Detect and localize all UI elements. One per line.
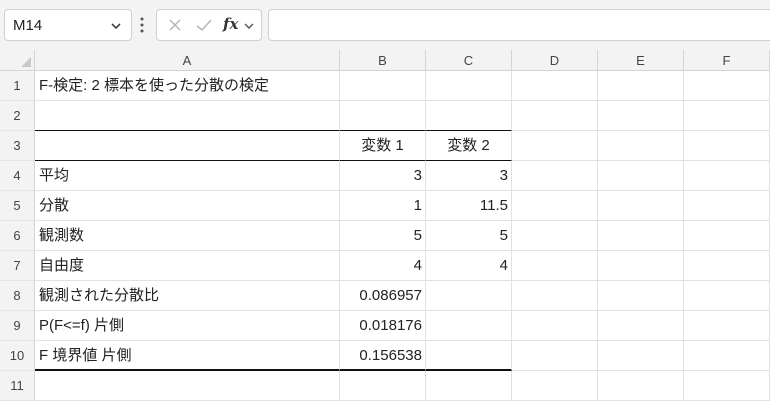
cell-d-row[interactable] [512,131,598,161]
cell-f-row[interactable] [684,281,770,311]
enter-check-icon[interactable] [195,17,213,33]
cell-b-row[interactable]: 0.018176 [340,311,426,341]
cell-d-row[interactable] [512,341,598,371]
cell-f-row[interactable] [684,371,770,401]
cell-d-row[interactable] [512,71,598,101]
column-header-c[interactable]: C [426,50,512,71]
cell-c-row[interactable]: 4 [426,251,512,281]
row-header[interactable]: 11 [0,371,35,401]
cell-e-row[interactable] [598,311,684,341]
select-all-corner[interactable] [0,50,35,71]
cell-e-row[interactable] [598,131,684,161]
row-header[interactable]: 4 [0,161,35,191]
name-box[interactable]: M14 [4,9,132,41]
cell-b-row[interactable] [340,101,426,131]
cell-c-row[interactable]: 変数 2 [426,131,512,161]
cell-e-row[interactable] [598,371,684,401]
cell-a-row[interactable]: 観測数 [35,221,340,251]
select-all-triangle-icon [21,57,31,67]
cell-d-row[interactable] [512,371,598,401]
chevron-down-icon[interactable] [109,19,123,33]
column-header-a[interactable]: A [35,50,340,71]
cell-f-row[interactable] [684,311,770,341]
cell-d-row[interactable] [512,191,598,221]
cell-a-row[interactable]: 平均 [35,161,340,191]
cell-e-row[interactable] [598,251,684,281]
cell-a-row[interactable] [35,131,340,161]
formula-bar: M14 fx [0,0,770,50]
row-header[interactable]: 6 [0,221,35,251]
cell-c-row[interactable] [426,101,512,131]
cell-c-row[interactable] [426,341,512,371]
row-header[interactable]: 5 [0,191,35,221]
cell-c-row[interactable]: 11.5 [426,191,512,221]
cell-a-row[interactable]: P(F<=f) 片側 [35,311,340,341]
insert-function-icon[interactable]: fx [223,15,238,33]
cell-e-row[interactable] [598,71,684,101]
formula-input[interactable] [268,9,770,41]
cell-a-row[interactable]: 観測された分散比 [35,281,340,311]
cell-f-row[interactable] [684,191,770,221]
row-header[interactable]: 8 [0,281,35,311]
cell-a-row[interactable]: F-検定: 2 標本を使った分散の検定 [35,71,340,101]
cell-a-row[interactable]: 自由度 [35,251,340,281]
cell-d-row[interactable] [512,311,598,341]
cell-c-row[interactable] [426,71,512,101]
formula-controls: fx [156,9,262,41]
cell-b-row[interactable]: 0.156538 [340,341,426,371]
cell-d-row[interactable] [512,221,598,251]
column-header-b[interactable]: B [340,50,426,71]
cell-a-row[interactable]: F 境界値 片側 [35,341,340,371]
row-header[interactable]: 2 [0,101,35,131]
row-header[interactable]: 9 [0,311,35,341]
cell-b-row[interactable]: 5 [340,221,426,251]
cell-c-row[interactable] [426,371,512,401]
cell-b-row[interactable]: 変数 1 [340,131,426,161]
cell-b-row[interactable]: 1 [340,191,426,221]
column-header-e[interactable]: E [598,50,684,71]
column-header-f[interactable]: F [684,50,770,71]
cell-b-row[interactable] [340,71,426,101]
chevron-down-icon[interactable] [243,20,255,32]
cancel-icon[interactable] [167,17,183,33]
cell-a-row[interactable] [35,101,340,131]
cell-f-row[interactable] [684,341,770,371]
cell-c-row[interactable]: 3 [426,161,512,191]
cell-c-row[interactable]: 5 [426,221,512,251]
row-header[interactable]: 7 [0,251,35,281]
cell-b-row[interactable]: 3 [340,161,426,191]
row-header[interactable]: 3 [0,131,35,161]
cell-f-row[interactable] [684,221,770,251]
cell-e-row[interactable] [598,281,684,311]
cell-a-row[interactable] [35,371,340,401]
cell-d-row[interactable] [512,101,598,131]
row-header[interactable]: 10 [0,341,35,371]
cell-d-row[interactable] [512,281,598,311]
cell-c-row[interactable] [426,311,512,341]
cell-b-row[interactable] [340,371,426,401]
name-box-value: M14 [13,17,43,34]
cell-b-row[interactable]: 4 [340,251,426,281]
cell-e-row[interactable] [598,221,684,251]
cell-f-row[interactable] [684,101,770,131]
more-options-icon[interactable] [138,14,146,36]
cell-e-row[interactable] [598,101,684,131]
cell-d-row[interactable] [512,161,598,191]
cell-e-row[interactable] [598,191,684,221]
cell-e-row[interactable] [598,161,684,191]
row-header[interactable]: 1 [0,71,35,101]
spreadsheet-grid: A B C D E F 1 F-検定: 2 標本を使った分散の検定 2 3 変数 1 変数… [0,50,770,416]
cell-f-row[interactable] [684,71,770,101]
cell-a-row[interactable]: 分散 [35,191,340,221]
cell-b-row[interactable]: 0.086957 [340,281,426,311]
cell-f-row[interactable] [684,251,770,281]
cell-f-row[interactable] [684,161,770,191]
column-header-d[interactable]: D [512,50,598,71]
cell-d-row[interactable] [512,251,598,281]
cell-f-row[interactable] [684,131,770,161]
cell-c-row[interactable] [426,281,512,311]
cell-e-row[interactable] [598,341,684,371]
